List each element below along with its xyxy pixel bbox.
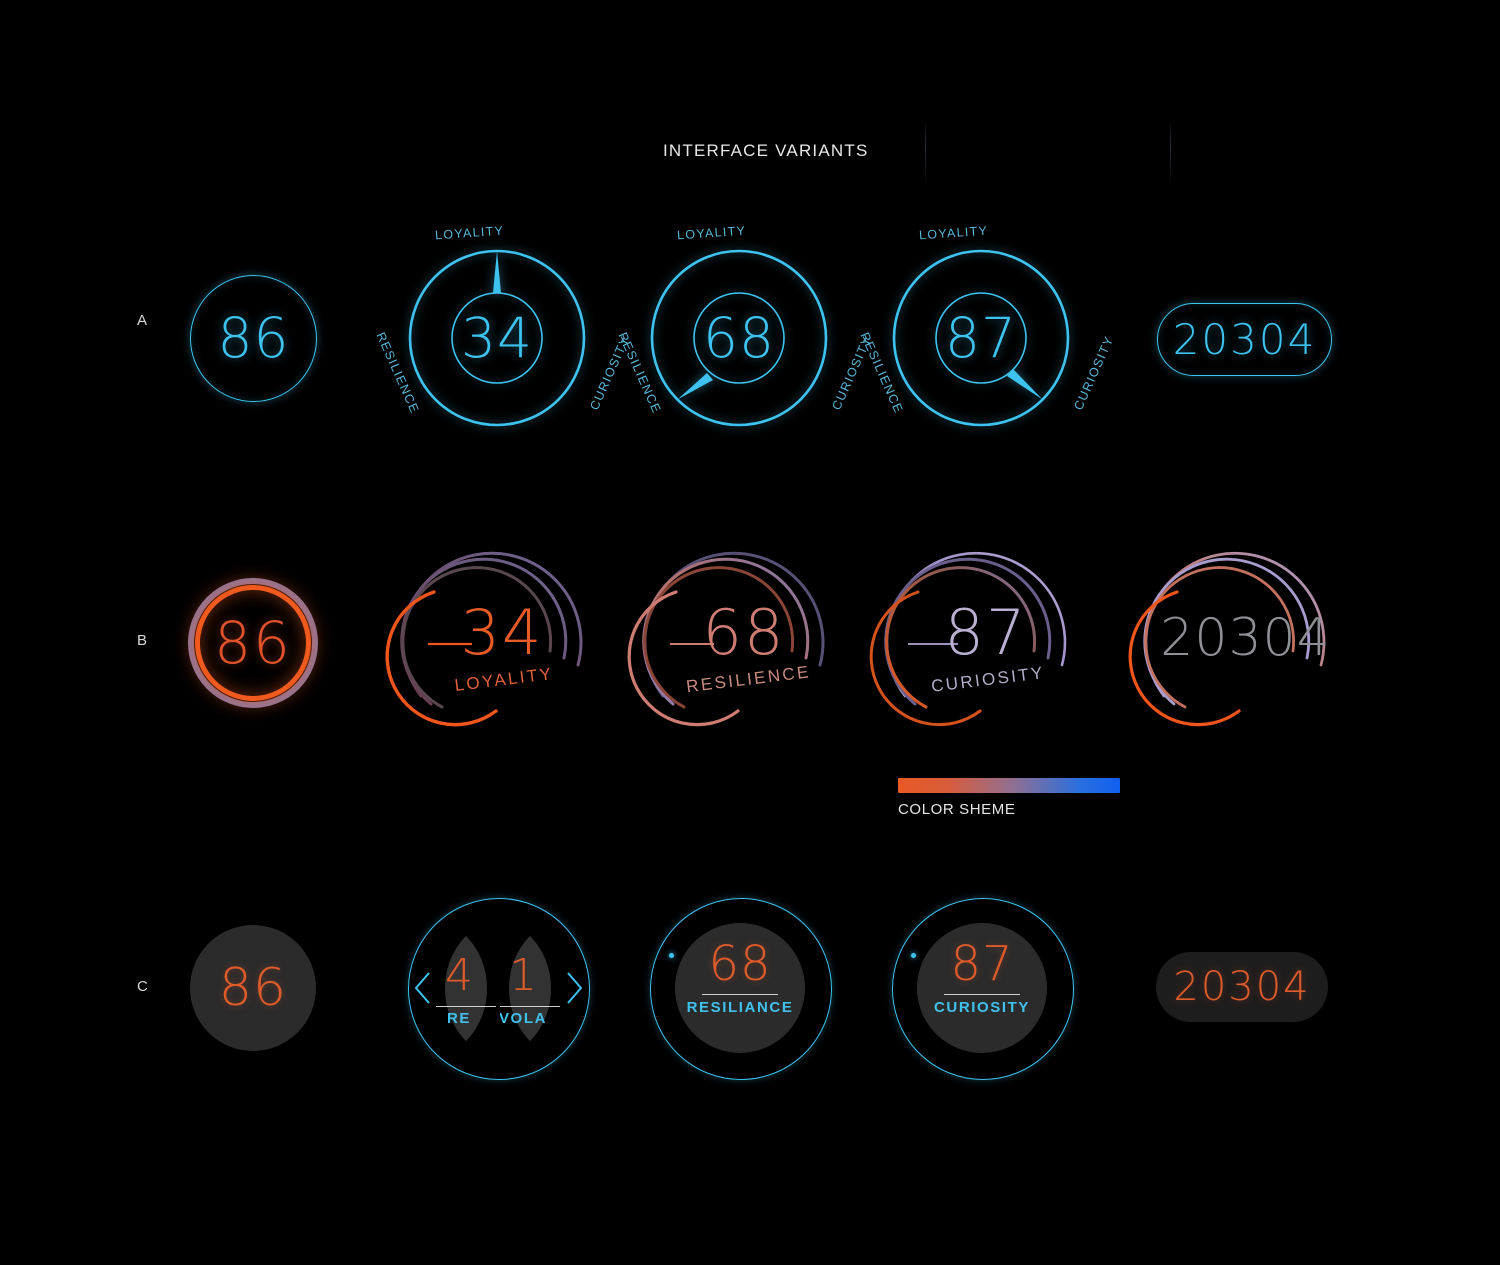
gauge-a-resilience[interactable]: 68 LOYALITY RESILIENCE CURIOSITY: [616, 224, 874, 428]
divider-left: [925, 118, 926, 186]
gauge-value: 34: [460, 596, 544, 669]
selector-underline: [436, 1006, 496, 1007]
selector-value: 4: [445, 950, 473, 1001]
gauge-label-right: CURIOSITY: [1071, 333, 1117, 413]
row-label-b: B: [137, 632, 149, 649]
selector-label: VOLA: [500, 1010, 548, 1027]
gauge-b-20304[interactable]: 20304: [1128, 546, 1339, 742]
gauge-label-top: LOYALITY: [434, 223, 505, 243]
chevron-right-icon[interactable]: [563, 971, 583, 1005]
pill-value: 20304: [1173, 964, 1311, 1010]
badge-c-86[interactable]: 86: [190, 925, 316, 1051]
gauge-value: 87: [944, 596, 1028, 669]
selector-underline: [500, 1006, 560, 1007]
gauge-a-curiosity[interactable]: 87 LOYALITY RESILIENCE CURIOSITY: [858, 224, 1116, 428]
badge-value: 86: [217, 306, 290, 370]
color-scheme-label: COLOR SHEME: [898, 801, 1016, 818]
gauge-value: 87: [950, 936, 1014, 992]
gauge-value: 87: [945, 305, 1017, 370]
badge-b-86[interactable]: 86: [188, 578, 318, 708]
gauge-marker-dot: [669, 953, 674, 958]
color-scheme: COLOR SHEME: [898, 778, 1120, 818]
gauge-label-top: LOYALITY: [676, 223, 747, 243]
gauge-c-curiosity[interactable]: 87 CURIOSITY: [892, 898, 1074, 1080]
badge-value: 86: [218, 958, 288, 1018]
row-label-a: A: [137, 312, 149, 329]
gauge-marker-dot: [911, 953, 916, 958]
canvas: INTERFACE VARIANTS A B C 86 34 LOYALITY …: [0, 0, 1500, 1265]
selector-c[interactable]: 4 RE 1 VOLA: [408, 898, 590, 1080]
badge-a-86[interactable]: 86: [190, 275, 317, 402]
gauge-b-resilience[interactable]: 68 RESILIENCE: [627, 546, 838, 742]
chevron-left-icon[interactable]: [414, 971, 434, 1005]
row-label-c: C: [137, 978, 149, 995]
gauge-value: 68: [708, 936, 772, 992]
pill-c-20304[interactable]: 20304: [1156, 952, 1328, 1022]
selector-item-0[interactable]: 4 RE: [436, 936, 496, 1041]
gauge-underline: [944, 994, 1020, 995]
gauge-a-loyality[interactable]: 34 LOYALITY RESILIENCE CURIOSITY: [374, 224, 632, 428]
selector-item-1[interactable]: 1 VOLA: [500, 936, 560, 1041]
gauge-b-loyality[interactable]: 34 LOYALITY: [385, 546, 596, 742]
page-title: INTERFACE VARIANTS: [663, 141, 869, 160]
gauge-underline: [702, 994, 778, 995]
gauge-label: CURIOSITY: [933, 999, 1031, 1016]
gauge-value: 20304: [1160, 608, 1331, 668]
selector-label: RE: [446, 1010, 472, 1027]
gauge-label: RESILIANCE: [686, 999, 794, 1016]
gauge-value: 34: [461, 305, 533, 370]
pill-value: 20304: [1172, 314, 1317, 364]
pill-a-20304[interactable]: 20304: [1157, 303, 1332, 376]
color-scheme-bar: [898, 778, 1120, 793]
selector-value: 1: [509, 950, 537, 1001]
gauge-c-resiliance[interactable]: 68 RESILIANCE: [650, 898, 832, 1080]
gauge-label-top: LOYALITY: [918, 223, 989, 243]
gauge-b-curiosity[interactable]: 87 CURIOSITY: [869, 546, 1080, 742]
gauge-value: 68: [702, 596, 786, 669]
divider-right: [1170, 118, 1171, 186]
badge-value: 86: [214, 609, 292, 677]
gauge-value: 68: [703, 305, 775, 370]
